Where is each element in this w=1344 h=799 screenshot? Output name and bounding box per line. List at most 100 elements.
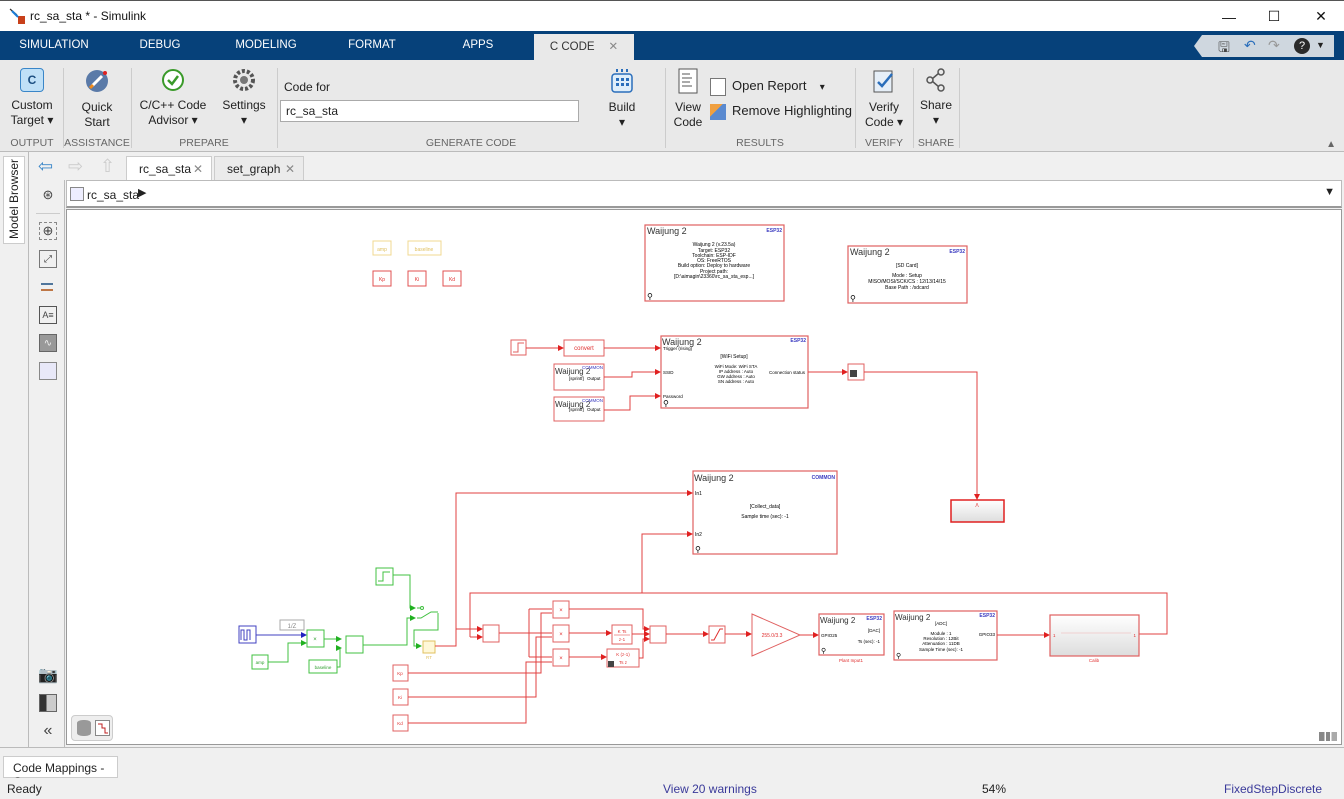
zoom-in-icon[interactable]: ⊕ [39,222,57,240]
save-icon[interactable]: 🖫 [1218,37,1230,57]
view-warnings-link[interactable]: View 20 warnings [663,782,757,796]
quick-start-button[interactable]: Quick Start [72,68,122,130]
product-block-d[interactable]: × [552,648,570,667]
tag-block-kd[interactable]: Kd [442,270,462,287]
tab-format[interactable]: FORMAT [340,31,404,60]
solver-link[interactable]: FixedStepDiscrete [1224,782,1322,796]
tag-label: Kp [379,277,385,283]
model-browser-panel: Model Browser [0,152,29,747]
conversion-block[interactable] [847,363,865,381]
product-block-i[interactable]: × [552,624,570,643]
area-icon[interactable] [39,362,57,380]
step-block-green[interactable] [375,567,394,586]
saturation-block[interactable] [708,625,726,644]
minimize-button[interactable]: — [1206,1,1252,32]
close-tab-icon[interactable]: ✕ [193,157,203,181]
step-source-block[interactable] [510,339,527,356]
tab-simulation[interactable]: SIMULATION [8,31,100,60]
code-mappings-tab[interactable]: Code Mappings - C [3,756,118,789]
database-icon[interactable] [77,720,91,736]
collapse-palette-icon[interactable]: « [39,722,57,740]
forward-arrow-icon[interactable]: ⇨ [68,156,83,177]
model-browser-tab[interactable]: Model Browser [3,156,25,244]
tag-block-ki[interactable]: Ki [407,270,427,287]
sample-time-icon[interactable] [95,720,110,736]
pid-sum-block[interactable] [649,625,667,644]
doc-tab-set-graph[interactable]: set_graph ✕ [214,156,304,180]
signal-lines-icon[interactable] [39,278,57,296]
rate-transition-block[interactable]: RT [422,640,436,660]
calib-subsystem-block[interactable]: 1 1 Calib [1049,614,1140,663]
from-tag-kd[interactable]: Kd [392,714,409,732]
breadcrumb-dropdown-icon[interactable]: ▼ [1324,186,1335,198]
pulse-generator-block[interactable] [238,625,257,644]
switch-block[interactable] [417,606,438,619]
tab-modeling[interactable]: MODELING [228,31,304,60]
sum-block-green[interactable] [345,635,364,654]
close-tab-icon[interactable]: ✕ [609,41,619,53]
quick-start-label-1: Quick [81,100,113,114]
back-arrow-icon[interactable]: ⇦ [38,156,53,177]
adc-block[interactable]: Waijung 2 ESP32 [ADC] Module : 1 Resolut… [893,610,998,661]
tag-block-amp[interactable]: amp [372,240,392,256]
tag-block-baseline[interactable]: baseline [407,240,442,256]
display-block[interactable]: Λ [950,499,1005,523]
resize-grip-icon[interactable] [1319,732,1337,741]
maximize-button[interactable]: ☐ [1251,1,1297,32]
breadcrumb-arrow-icon[interactable]: ▶ [138,186,146,199]
code-advisor-button[interactable]: C/C++ Code Advisor ▾ [136,68,210,128]
fit-to-view-icon[interactable]: ⤢ [39,250,57,268]
model-canvas[interactable]: amp baseline Kp Ki Kd Waijung 2 ESP32 Wa… [66,209,1342,745]
section-verify: VERIFY [865,137,903,149]
sprintf-block-password[interactable]: Waijung 2 COMMON [sprintf] Output [553,396,605,422]
collapse-ribbon-icon[interactable]: ▲ [1326,139,1336,150]
convert-block[interactable]: convert [563,339,605,357]
discrete-derivative-block[interactable]: K (z-1) Ts z [606,648,640,668]
up-arrow-icon[interactable]: ⇧ [100,156,115,177]
open-report-button[interactable]: Open Report ▾ [710,78,830,96]
help-dropdown-icon[interactable]: ▼ [1316,40,1325,50]
settings-button[interactable]: Settings ▾ [218,68,270,128]
share-button[interactable]: Share ▾ [916,68,956,128]
target-setup-block[interactable]: Waijung 2 ESP32 Waijung 2 (v.23.5a) Targ… [644,224,785,302]
from-tag-amp[interactable]: amp [251,654,269,670]
from-tag-kp[interactable]: Kp [392,664,409,682]
block-title: [Collect_data] [750,504,781,510]
product-block-1[interactable]: × [306,629,325,648]
annotation-icon[interactable]: A≡ [39,306,57,324]
gain-block[interactable]: 255.0/3.3 [751,613,802,657]
product-block-p[interactable]: × [552,600,570,619]
property-inspector-icon[interactable] [39,694,57,712]
undo-icon[interactable]: ↶ [1244,37,1256,54]
close-button[interactable]: ✕ [1298,1,1344,32]
tag-block-kp[interactable]: Kp [372,270,392,287]
close-tab-icon[interactable]: ✕ [285,157,295,181]
discrete-integrator-block[interactable]: K Ts z-1 [611,624,633,645]
camera-icon[interactable]: 📷 [38,666,58,684]
tab-apps[interactable]: APPS [452,31,504,60]
collect-data-block[interactable]: Waijung 2 COMMON In1 In2 [Collect_data] … [692,470,838,555]
redo-icon[interactable]: ↷ [1268,37,1280,54]
remove-highlighting-button[interactable]: Remove Highlighting [710,103,860,120]
dac-block[interactable]: Waijung 2 ESP32 [DAC] GPIO25 Ts (sec): -… [818,613,885,663]
sd-card-block[interactable]: Waijung 2 ESP32 [SD Card] Mode : Setup M… [847,245,968,304]
verify-code-button[interactable]: Verify Code ▾ [860,68,908,130]
custom-target-button[interactable]: C Custom Target ▾ [6,68,58,128]
tab-c-code[interactable]: C CODE ✕ [534,34,634,60]
image-icon[interactable]: ∿ [39,334,57,352]
open-report-dropdown-icon[interactable]: ▾ [820,82,825,93]
wifi-setup-block[interactable]: Waijung 2 ESP32 Trigger (rising) [WiFi S… [660,335,809,409]
from-tag-ki[interactable]: Ki [392,688,409,706]
sprintf-block-ssid[interactable]: Waijung 2 COMMON [sprintf] Output [553,363,605,391]
build-button[interactable]: Build ▾ [600,68,644,130]
breadcrumb-model[interactable]: rc_sa_sta [87,188,139,202]
help-icon[interactable]: ? [1294,38,1310,54]
tab-debug[interactable]: DEBUG [128,31,192,60]
error-sum-block[interactable] [482,624,500,643]
code-for-input[interactable]: rc_sa_sta [280,100,579,122]
doc-tab-rc-sa-sta[interactable]: rc_sa_sta ✕ [126,156,212,180]
hide-browser-icon[interactable]: ⊛ [39,186,57,204]
divider [63,68,64,148]
from-tag-baseline[interactable]: baseline [308,659,338,674]
view-code-button[interactable]: View Code [672,68,704,130]
